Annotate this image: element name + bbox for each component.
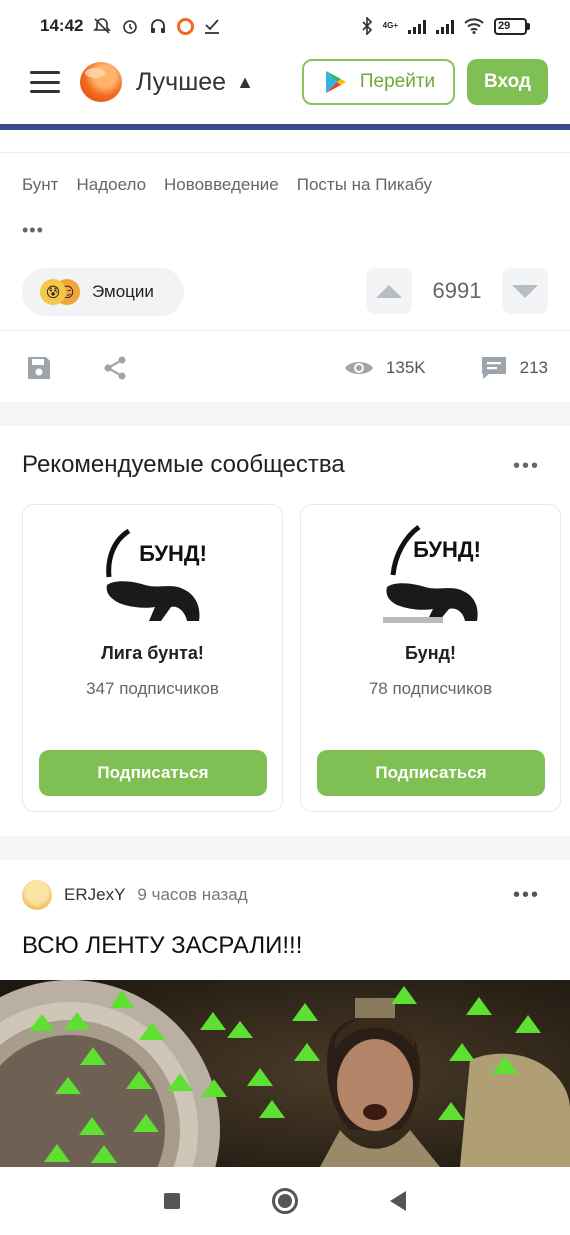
status-time: 14:42 [40,16,84,35]
feed-selector[interactable]: Лучшее ▲ [136,68,254,97]
battery-icon: 29 [494,17,530,35]
views-stat: 135K [344,358,426,378]
share-button[interactable] [100,353,130,383]
community-name[interactable]: Лига бунта! [23,643,282,664]
community-image-text: БУНД! [139,541,205,566]
community-name[interactable]: Бунд! [301,643,560,664]
comments-count: 213 [519,358,548,377]
feed-title: Лучшее [136,67,227,96]
community-avatar: БУНД! [101,523,205,627]
tag-item[interactable]: Надоело [76,175,146,195]
header-divider [0,124,570,130]
section-divider [0,836,570,860]
emotions-label: Эмоции [92,282,154,301]
downvote-button[interactable] [502,268,548,314]
revolt-meme-image: БУНД! [101,523,205,627]
divider [0,152,570,153]
emoji-faces-icon: 😰 😏 [40,279,80,305]
notification-ring-icon [177,17,195,35]
vote-block: 6991 [366,268,548,314]
arrow-up-icon [376,284,402,298]
tag-item[interactable]: Посты на Пикабу [297,175,432,195]
subscribe-button[interactable]: Подписаться [317,750,545,796]
download-done-icon [205,19,220,34]
share-icon [104,356,126,380]
bluetooth-icon [362,17,372,35]
go-to-app-button[interactable]: Перейти [302,59,455,105]
signal-strength-icon [408,19,426,34]
post-actions: 135K 213 [24,348,548,388]
post-image[interactable] [0,980,570,1167]
google-play-icon [325,71,346,93]
arrow-down-icon [512,284,538,298]
login-button[interactable]: Вход [467,59,548,105]
author-avatar[interactable] [22,880,52,910]
post-title[interactable]: ВСЮ ЛЕНТУ ЗАСРАЛИ!!! [22,932,302,960]
divider [0,330,570,331]
network-type: 4G+ [382,21,398,30]
recommended-more-button[interactable]: ••• [513,455,540,478]
community-card[interactable]: БУНД! Лига бунта! 347 подписчиков Подпис… [22,504,283,812]
section-divider [0,402,570,426]
wifi-icon [464,18,484,34]
community-subscribers: 78 подписчиков [368,679,493,698]
menu-icon[interactable] [30,71,60,93]
upvote-button[interactable] [366,268,412,314]
community-avatar: БУНД! [379,523,483,627]
recent-apps-button[interactable] [164,1193,180,1209]
revolt-meme-image: БУНД! [379,523,483,627]
post-more-button[interactable]: ••• [513,884,540,907]
emotions-button[interactable]: 😰 😏 Эмоции [22,268,184,316]
tag-item[interactable]: Нововведение [164,175,279,195]
post-meme-picture [0,980,570,1167]
comments-button[interactable]: 213 [480,355,548,381]
community-subscribers: 347 подписчиков [86,679,219,698]
save-icon [28,357,50,379]
signal-strength-2-icon [436,19,454,34]
views-count: 135K [385,358,426,377]
subscribe-button[interactable]: Подписаться [39,750,267,796]
rating-count: 6991 [432,278,482,303]
tag-item[interactable]: Бунт [22,175,58,195]
post-author[interactable]: ERJexY 9 часов назад [22,880,248,910]
go-to-app-label: Перейти [359,71,436,92]
pikabu-logo[interactable] [80,62,122,102]
post-tags: Бунт Надоело Нововведение Посты на Пикаб… [22,175,432,195]
community-image-text: БУНД! [413,537,481,562]
status-bar: 14:42 4G+ 29 [0,0,570,52]
home-button[interactable] [272,1188,298,1214]
system-nav-bar [0,1167,570,1235]
community-card[interactable]: БУНД! Бунд! 78 подписчиков Подписаться [300,504,561,812]
eye-icon [344,362,373,374]
more-tags-button[interactable]: ••• [22,220,44,241]
bell-off-icon [93,18,112,34]
post-time: 9 часов назад [137,885,248,904]
battery-level: 29 [498,19,511,32]
author-name[interactable]: ERJexY [64,885,125,905]
save-button[interactable] [24,353,54,383]
alarm-icon [123,20,138,34]
headphones-icon [151,19,166,33]
recommended-title: Рекомендуемые сообщества [22,451,345,478]
app-header: Лучшее ▲ Перейти Вход [0,52,570,112]
back-button[interactable] [390,1191,406,1211]
chevron-up-icon: ▲ [236,71,254,92]
comment-icon [481,357,506,379]
